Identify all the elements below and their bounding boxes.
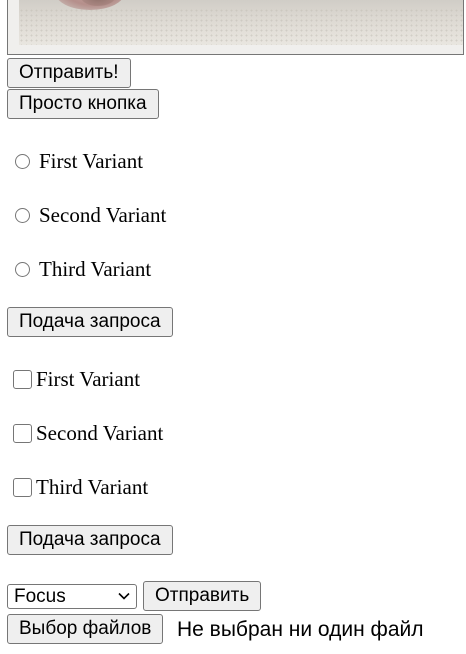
- image-frame: [7, 0, 464, 55]
- photo-image: [19, 0, 463, 45]
- select-value: Focus: [14, 586, 66, 607]
- submit-image-button[interactable]: Отправить!: [7, 58, 131, 88]
- radio-submit-button[interactable]: Подача запроса: [7, 307, 173, 337]
- radio-circle-third[interactable]: [15, 261, 30, 277]
- radio-option-second[interactable]: Second Variant: [13, 201, 166, 229]
- choose-files-button[interactable]: Выбор файлов: [7, 614, 164, 644]
- radio-label-second: Second Variant: [39, 202, 167, 227]
- radio-label-third: Third Variant: [39, 256, 152, 281]
- radio-label-first: First Variant: [39, 148, 144, 173]
- plain-button[interactable]: Просто кнопка: [7, 89, 159, 119]
- file-status-text: Не выбран ни один файл: [177, 618, 424, 641]
- checkbox-option-first[interactable]: First Variant: [13, 365, 140, 393]
- radio-option-first[interactable]: First Variant: [13, 147, 143, 175]
- checkbox-option-second[interactable]: Second Variant: [13, 419, 163, 447]
- focus-select[interactable]: Focus: [7, 584, 137, 609]
- radio-circle-second[interactable]: [15, 207, 30, 223]
- radio-circle-first[interactable]: [15, 153, 30, 169]
- radio-option-third[interactable]: Third Variant: [13, 255, 151, 283]
- checkbox-second[interactable]: [13, 423, 32, 443]
- checkbox-label-third: Third Variant: [36, 474, 149, 499]
- checkbox-third[interactable]: [13, 477, 32, 497]
- checkbox-label-second: Second Variant: [36, 420, 164, 445]
- checkbox-option-third[interactable]: Third Variant: [13, 473, 148, 501]
- checkbox-label-first: First Variant: [36, 366, 141, 391]
- checkbox-first[interactable]: [13, 369, 32, 389]
- checkbox-submit-button[interactable]: Подача запроса: [7, 525, 173, 555]
- chevron-down-icon: [118, 592, 130, 600]
- select-submit-button[interactable]: Отправить: [143, 581, 262, 611]
